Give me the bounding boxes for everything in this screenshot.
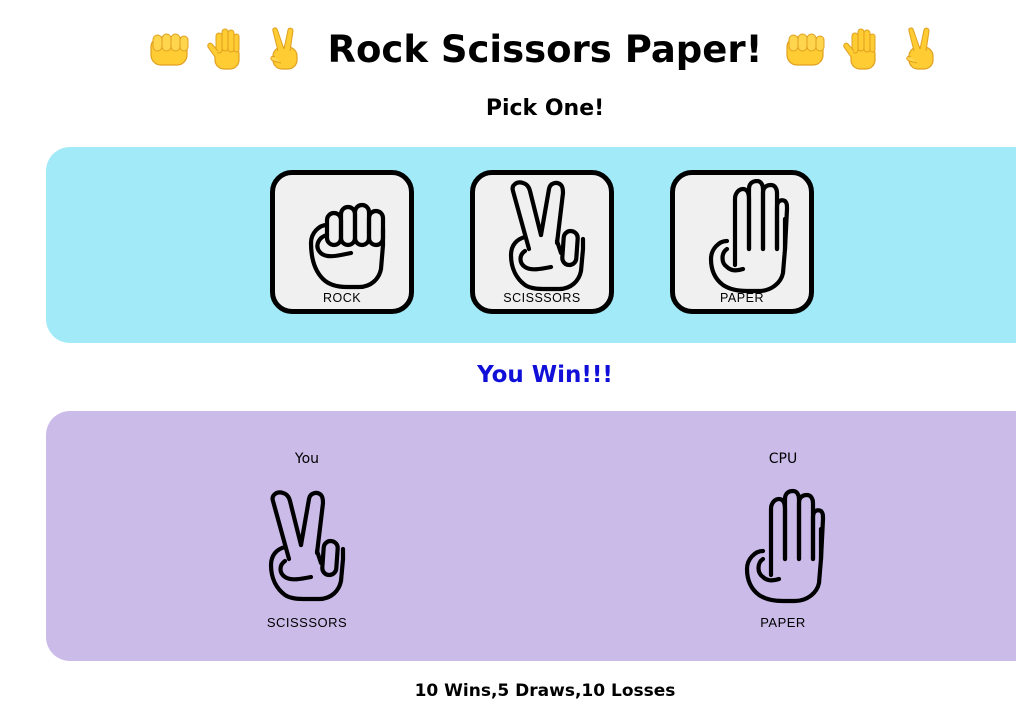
paper-hand-icon — [733, 482, 833, 614]
victory-hand-emoji-icon — [899, 27, 943, 71]
paper-hand-icon — [697, 179, 797, 297]
fist-emoji-icon — [783, 27, 827, 71]
scissors-choice-label: SCISSSORS — [503, 291, 581, 305]
cpu-choice-label: PAPER — [760, 615, 806, 630]
rock-hand-icon — [297, 179, 397, 297]
title-emojis-left — [147, 27, 307, 71]
cpu-name-label: CPU — [768, 451, 798, 467]
scissors-hand-icon — [257, 482, 357, 614]
title-emojis-right — [783, 27, 943, 71]
fist-emoji-icon — [147, 27, 191, 71]
title-row: Rock Scissors Paper! — [0, 22, 1016, 76]
raised-hand-emoji-icon — [841, 27, 885, 71]
player-choice-label: SCISSSORS — [266, 615, 348, 630]
scissors-hand-icon — [497, 179, 597, 297]
scissors-choice-button[interactable]: SCISSSORS — [470, 170, 614, 314]
paper-choice-button[interactable]: PAPER — [670, 170, 814, 314]
score-summary: 10 Wins,5 Draws,10 Losses — [414, 681, 676, 701]
battle-panel — [46, 411, 1016, 661]
raised-hand-emoji-icon — [205, 27, 249, 71]
page-title: Rock Scissors Paper! — [327, 27, 763, 71]
paper-choice-label: PAPER — [720, 291, 764, 305]
player-name-label: You — [294, 451, 320, 467]
game-page: Rock Scissors Paper! Pick One! ROCK SCIS… — [0, 0, 1016, 726]
pick-prompt: Pick One! — [485, 96, 605, 121]
result-message: You Win!!! — [477, 362, 613, 388]
victory-hand-emoji-icon — [263, 27, 307, 71]
rock-choice-button[interactable]: ROCK — [270, 170, 414, 314]
rock-choice-label: ROCK — [322, 291, 362, 305]
